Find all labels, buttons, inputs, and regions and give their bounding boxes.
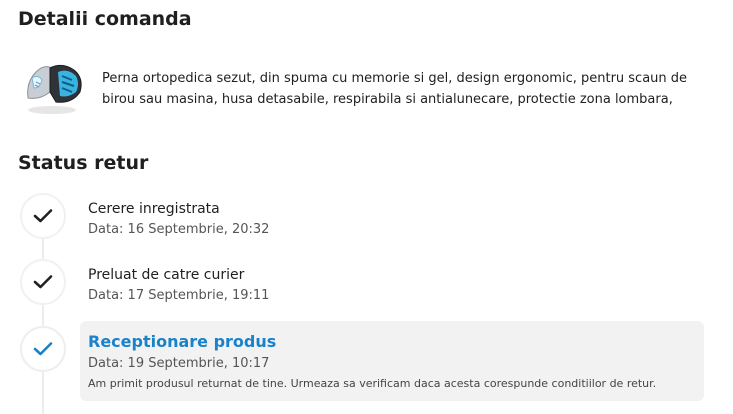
check-icon: [33, 209, 53, 223]
product-name[interactable]: Perna ortopedica sezut, din spuma cu mem…: [102, 68, 712, 110]
order-details-page: Detalii comanda Perna ortopedica sezut, …: [0, 0, 733, 414]
step-date: Data: 16 Septembrie, 20:32: [88, 222, 270, 237]
step-status-circle: [20, 193, 66, 239]
timeline-line: [42, 218, 44, 414]
step-date: Data: 19 Septembrie, 10:17: [88, 356, 270, 371]
seat-cushion-icon: [27, 64, 82, 114]
product-image[interactable]: [22, 58, 88, 118]
step-title: Preluat de catre curier: [88, 267, 245, 283]
check-icon: [33, 275, 53, 289]
return-timeline: Cerere inregistrata Data: 16 Septembrie,…: [0, 190, 733, 414]
check-icon: [33, 342, 53, 356]
order-details-title: Detalii comanda: [18, 8, 192, 30]
step-title: Cerere inregistrata: [88, 201, 220, 217]
step-title: Receptionare produs: [88, 332, 277, 351]
step-date: Data: 17 Septembrie, 19:11: [88, 288, 270, 303]
product-row[interactable]: Perna ortopedica sezut, din spuma cu mem…: [22, 58, 722, 118]
step-status-circle: [20, 259, 66, 305]
step-status-circle: [20, 326, 66, 372]
step-note: Am primit produsul returnat de tine. Urm…: [88, 377, 657, 390]
return-status-title: Status retur: [18, 152, 149, 174]
